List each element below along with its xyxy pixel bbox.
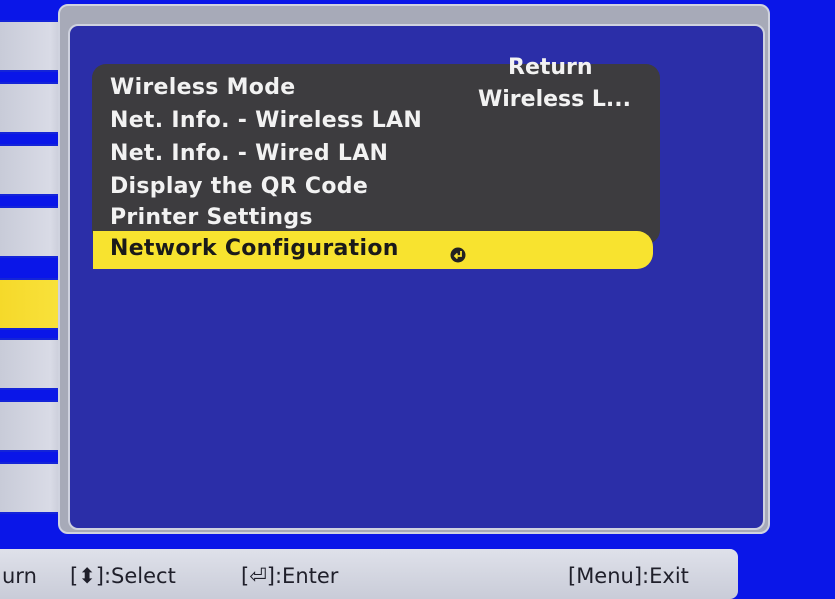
status-exit-hint: [Menu]:Exit [568,564,689,588]
menu-item-wireless-mode[interactable]: Wireless Mode [110,75,295,100]
return-button[interactable]: Return [508,55,593,80]
status-enter-hint: [⏎]:Enter [241,564,339,588]
menu-item-net-info-wired-lan[interactable]: Net. Info. - Wired LAN [110,141,388,166]
status-select-hint: [⬍]:Select [70,564,176,588]
menu-item-network-configuration[interactable]: Network Configuration [110,236,399,261]
menu-item-display-qr-code[interactable]: Display the QR Code [110,174,368,199]
wireless-mode-value: Wireless L... [478,87,631,112]
status-return-fragment: urn [2,564,37,588]
enter-icon [450,247,466,263]
menu-item-net-info-wireless-lan[interactable]: Net. Info. - Wireless LAN [110,108,422,133]
menu-item-printer-settings[interactable]: Printer Settings [110,205,313,230]
